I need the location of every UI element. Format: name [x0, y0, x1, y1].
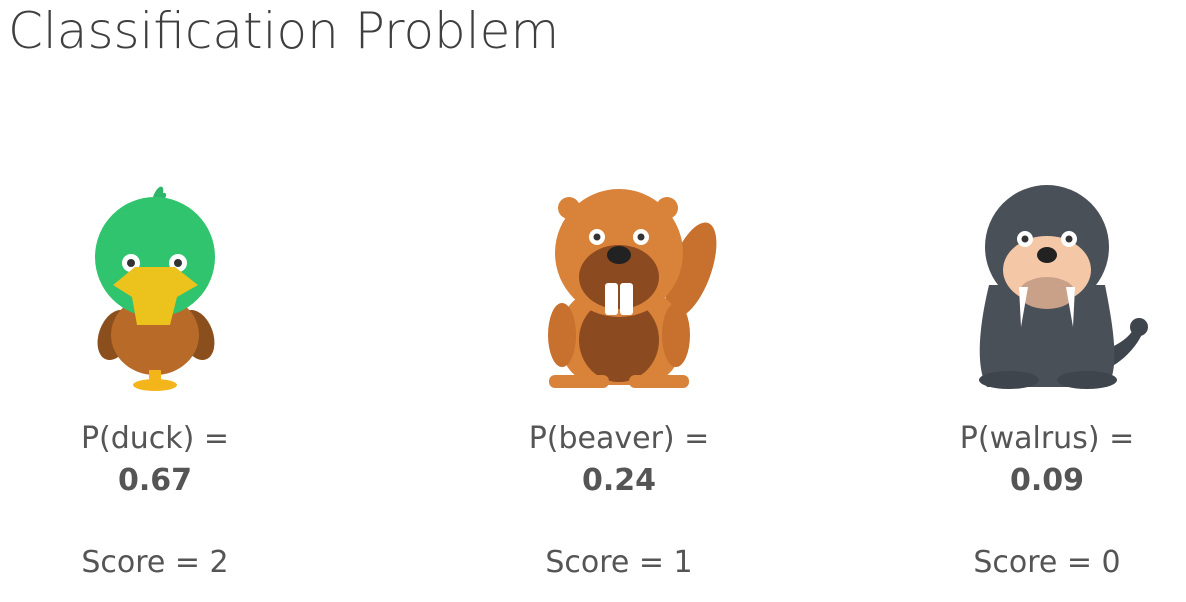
- duck-icon: [95, 186, 215, 391]
- duck-score: Score = 2: [81, 545, 229, 580]
- animal-card-beaver: P(beaver) = 0.24 Score = 1: [469, 175, 769, 590]
- beaver-icon: [548, 189, 717, 388]
- slide: Classification Problem P(duck) = 0.67 Sc…: [0, 0, 1186, 602]
- animal-card-walrus: P(walrus) = 0.09 Score = 0: [897, 175, 1186, 590]
- walrus-icon: [979, 185, 1148, 389]
- slide-title: Classification Problem: [8, 2, 560, 60]
- walrus-probability-label: P(walrus) =: [959, 421, 1135, 456]
- animal-card-duck: P(duck) = 0.67 Score = 2: [5, 175, 305, 590]
- beaver-probability-value: 0.24: [581, 463, 657, 498]
- duck-probability-label: P(duck) =: [80, 421, 230, 456]
- duck-probability-value: 0.67: [117, 463, 193, 498]
- walrus-score: Score = 0: [973, 545, 1121, 580]
- walrus-probability-value: 0.09: [1009, 463, 1085, 498]
- beaver-probability-label: P(beaver) =: [528, 421, 710, 456]
- beaver-score: Score = 1: [545, 545, 693, 580]
